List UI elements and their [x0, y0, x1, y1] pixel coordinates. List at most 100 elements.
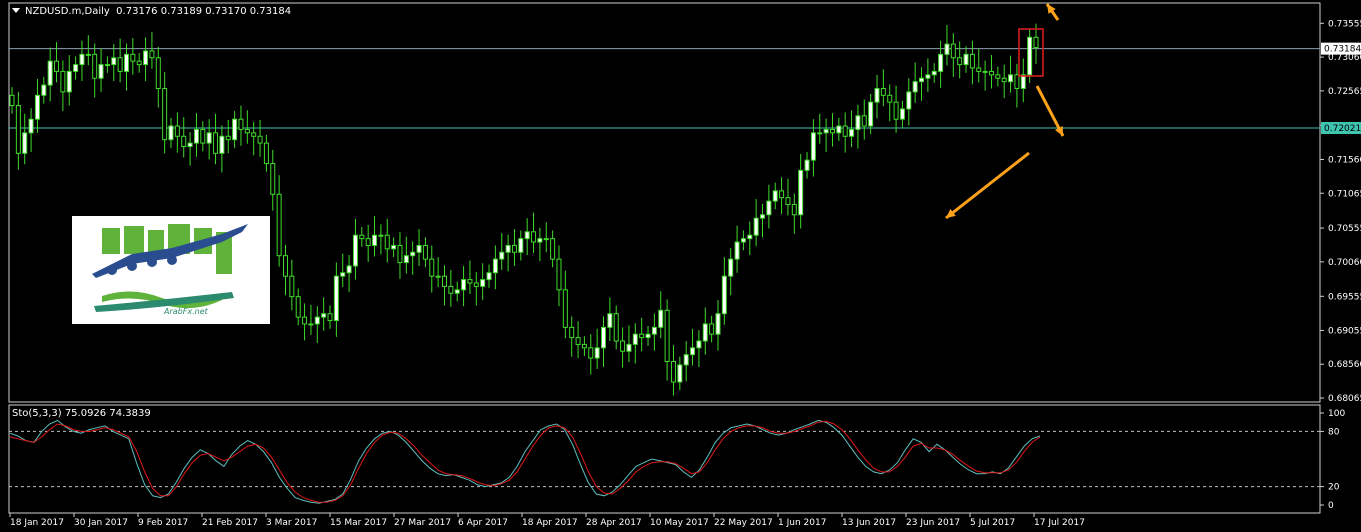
candle-body — [721, 275, 727, 315]
stoch-tick-label: 100 — [1328, 409, 1345, 419]
stoch-main-line — [9, 419, 1041, 504]
candle-body — [944, 43, 950, 55]
y-tick-label: 0.71065 — [1328, 189, 1361, 199]
candle-body — [410, 251, 416, 257]
candle-body — [193, 128, 199, 144]
candle-body — [352, 234, 358, 267]
candle-body — [123, 53, 129, 72]
candle-body — [925, 74, 931, 79]
candle-body — [607, 313, 613, 328]
candle-body — [15, 105, 21, 154]
candle-body — [702, 323, 708, 342]
candle-body — [333, 275, 339, 322]
logo-box: ArabFx.net — [72, 216, 270, 324]
candle-body — [861, 115, 867, 127]
candle-body — [556, 258, 562, 291]
candle-body — [893, 101, 899, 120]
candle-body — [219, 135, 225, 154]
candle-body — [346, 265, 352, 274]
candle-body — [906, 91, 912, 110]
candle-body — [1001, 77, 1007, 83]
candle-body — [810, 132, 816, 161]
candle-body — [670, 360, 676, 383]
candle-body — [855, 115, 861, 130]
candle-body — [397, 244, 403, 264]
candle-body — [473, 282, 479, 287]
candle-body — [696, 340, 702, 349]
candle-body — [626, 343, 632, 352]
candle-body — [550, 238, 556, 260]
candle-body — [454, 289, 460, 294]
candle-body — [359, 234, 365, 240]
x-tick-label: 30 Jan 2017 — [74, 518, 128, 528]
candle-body — [785, 197, 791, 206]
candle-body — [632, 333, 638, 345]
x-tick-label: 27 Mar 2017 — [394, 518, 451, 528]
candle-body — [849, 128, 855, 137]
candle-body — [651, 326, 657, 335]
x-tick-label: 23 Jun 2017 — [906, 518, 960, 528]
candle-body — [677, 364, 683, 383]
candle-body — [518, 238, 524, 253]
candle-body — [73, 64, 79, 72]
candle-body — [263, 142, 269, 165]
y-tick-label: 0.68560 — [1328, 360, 1361, 370]
stoch-tick-label: 0 — [1328, 501, 1334, 511]
candle-body — [372, 234, 378, 246]
x-tick-label: 22 May 2017 — [714, 518, 773, 528]
y-tick-label: 0.72565 — [1328, 87, 1361, 97]
stoch-tick-label: 20 — [1328, 483, 1340, 493]
candle-body — [829, 128, 835, 134]
candle-body — [28, 118, 34, 134]
candle-body — [213, 132, 219, 154]
main-chart-frame — [8, 2, 1321, 403]
y-tick-label: 0.69055 — [1328, 326, 1361, 336]
candle-body — [842, 125, 848, 137]
candle-body — [791, 204, 797, 216]
candle-body — [581, 343, 587, 349]
candle-body — [276, 193, 282, 257]
candle-body — [938, 53, 944, 72]
candle-body — [403, 255, 409, 264]
candle-body — [111, 57, 117, 66]
x-tick-label: 28 Apr 2017 — [586, 518, 642, 528]
candle-body — [963, 53, 969, 66]
candle-body — [34, 94, 40, 120]
ohlc-values: 0.73176 0.73189 0.73170 0.73184 — [116, 6, 292, 17]
x-tick-label: 18 Jan 2017 — [10, 518, 64, 528]
candle-body — [1020, 74, 1026, 89]
candle-body — [613, 313, 619, 342]
candle-body — [416, 244, 422, 253]
candle-body — [499, 251, 505, 260]
candle-body — [766, 200, 772, 216]
candle-body — [308, 323, 314, 326]
candle-body — [919, 77, 925, 83]
candle-body — [480, 279, 486, 287]
candle-body — [486, 272, 492, 281]
candle-body — [41, 84, 47, 96]
candle-body — [537, 238, 543, 243]
candle-body — [143, 50, 149, 66]
x-tick-label: 3 Mar 2017 — [266, 518, 317, 528]
symbol-dropdown-icon[interactable] — [12, 8, 20, 13]
candle-body — [690, 347, 696, 356]
candle-body — [531, 231, 537, 243]
y-tick-label: 0.69555 — [1328, 292, 1361, 302]
y-tick-label: 0.68065 — [1328, 394, 1361, 404]
x-tick-label: 9 Feb 2017 — [138, 518, 188, 528]
candle-body — [957, 57, 963, 66]
candle-body — [760, 214, 766, 219]
candle-body — [887, 94, 893, 103]
candle-body — [327, 313, 333, 322]
candle-body — [747, 234, 753, 240]
candle-body — [54, 60, 60, 72]
candle-body — [162, 87, 168, 141]
candle-body — [645, 333, 651, 339]
candle-body — [950, 43, 956, 59]
candle-body — [569, 326, 575, 339]
candle-body — [836, 125, 842, 134]
candle-body — [174, 125, 180, 137]
candle-body — [728, 258, 734, 277]
candle-body — [874, 87, 880, 103]
candle-body — [295, 296, 301, 318]
